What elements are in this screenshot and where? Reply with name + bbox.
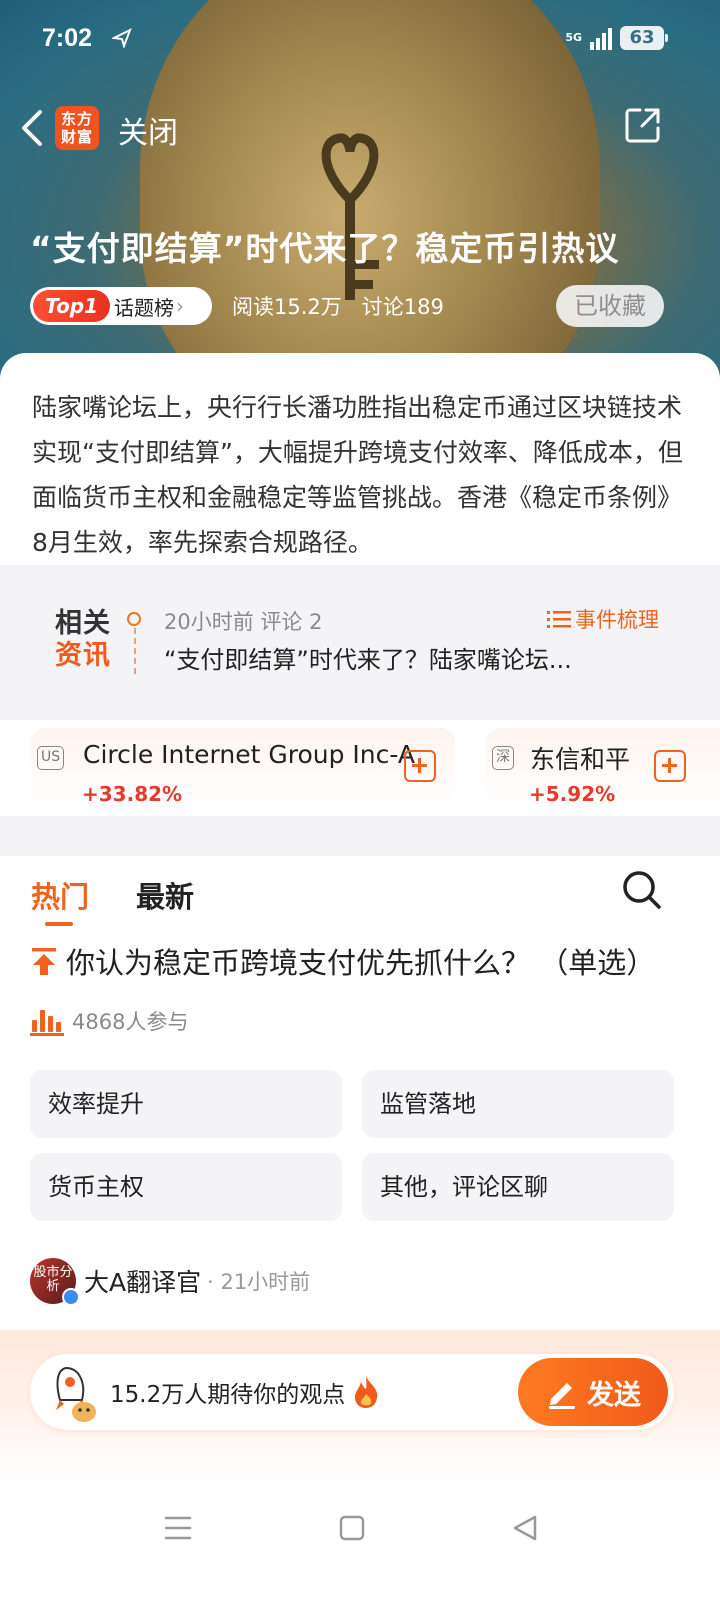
navigation-arrow-icon [112, 28, 132, 48]
battery-icon: 63 [620, 26, 668, 50]
chevron-right-icon: › [176, 294, 185, 318]
stock-name: 东信和平 [530, 745, 631, 774]
status-bar: 7:02 5G 63 [42, 24, 668, 58]
status-time: 7:02 [42, 24, 93, 52]
add-watchlist-icon[interactable] [404, 750, 436, 782]
list-icon [547, 611, 571, 628]
back-nav-icon[interactable] [506, 1508, 546, 1548]
bar-chart-icon [30, 1010, 64, 1036]
stock-name: Circle Internet Group Inc-A [83, 740, 415, 769]
hero-key-illustration [321, 133, 379, 300]
related-news-logo: 相关 资讯 [55, 608, 111, 671]
tab-hot[interactable]: 热门 [31, 874, 89, 916]
topic-stats: 阅读15.2万 讨论189 [232, 295, 444, 319]
comment-prompt[interactable]: 15.2万人期待你的观点 [110, 1374, 381, 1410]
app-logo: 东方 财富 [55, 106, 99, 150]
stock-card[interactable]: 深 东信和平 +5.92% [486, 728, 720, 806]
topic-title: “支付即结算”时代来了？稳定币引热议 [30, 229, 620, 268]
system-navigation-bar [0, 1482, 720, 1604]
market-tag: US [37, 746, 65, 770]
stock-change: +33.82% [82, 782, 183, 806]
pencil-icon [549, 1383, 575, 1409]
search-icon[interactable] [620, 868, 664, 912]
events-timeline-label: 事件梳理 [575, 608, 659, 632]
poll-option[interactable]: 货币主权 [30, 1153, 342, 1221]
comment-bar[interactable]: 15.2万人期待你的观点 发送 [30, 1354, 674, 1430]
topic-rank-pill[interactable]: Top1 话题榜 › [30, 287, 212, 325]
related-news-headline[interactable]: “支付即结算”时代来了？陆家嘴论坛... [164, 640, 654, 675]
discussion-section: 热门 最新 你认为稳定币跨境支付优先抓什么？ （单选） 4868人参与 效率提升… [0, 856, 720, 1365]
send-button[interactable]: 发送 [518, 1358, 668, 1426]
rank-badge: Top1 [33, 290, 111, 322]
poll-option[interactable]: 其他，评论区聊 [362, 1153, 674, 1221]
home-icon[interactable] [332, 1508, 372, 1548]
related-news-meta: 20小时前 评论 2 [164, 610, 323, 634]
topic-hero: 7:02 5G 63 东方 财富 关闭 “支付即结算”时代来了？稳定币引热议 To… [0, 0, 720, 400]
topic-meta: Top1 话题榜 › 阅读15.2万 讨论189 已收藏 [30, 285, 690, 327]
back-icon[interactable] [16, 108, 50, 148]
avatar[interactable]: 股市分析 [30, 1258, 80, 1306]
summary-text: 陆家嘴论坛上，央行行长潘功胜指出稳定币通过区块链技术实现“支付即结算”，大幅提升… [32, 393, 683, 557]
related-news-card[interactable]: 相关 资讯 20小时前 评论 2 事件梳理 “支付即结算”时代来了？陆家嘴论坛.… [23, 584, 681, 698]
mascot-icon [56, 1366, 96, 1422]
timeline-line [134, 628, 136, 674]
poll-participants: 4868人参与 [30, 1006, 188, 1036]
post-author[interactable]: 股市分析 大A翻译官 · 21小时前 [30, 1256, 310, 1306]
timeline-dot-icon [127, 612, 141, 626]
network-type: 5G [565, 31, 582, 44]
author-name[interactable]: 大A翻译官 [84, 1263, 201, 1299]
rank-label: 话题榜 [114, 295, 175, 320]
tab-latest[interactable]: 最新 [136, 874, 194, 916]
menu-icon[interactable] [158, 1508, 198, 1548]
active-tab-indicator [45, 922, 73, 926]
close-button[interactable]: 关闭 [118, 108, 178, 152]
related-stocks: US Circle Internet Group Inc-A +33.82% 深… [0, 720, 720, 816]
events-timeline-link[interactable]: 事件梳理 [547, 604, 659, 634]
market-tag: 深 [492, 746, 514, 770]
stock-card[interactable]: US Circle Internet Group Inc-A +33.82% [31, 728, 455, 806]
topic-summary: 陆家嘴论坛上，央行行长潘功胜指出稳定币通过区块链技术实现“支付即结算”，大幅提升… [0, 353, 720, 565]
pin-top-icon [32, 948, 56, 975]
poll-option[interactable]: 监管落地 [362, 1070, 674, 1138]
top-navigation: 东方 财富 关闭 [0, 100, 720, 156]
verified-icon [62, 1288, 80, 1306]
post-time: · 21小时前 [207, 1270, 311, 1294]
collect-button[interactable]: 已收藏 [556, 285, 664, 327]
signal-icon [590, 26, 612, 50]
share-icon[interactable] [624, 106, 662, 144]
fire-icon [355, 1376, 378, 1408]
stock-change: +5.92% [529, 782, 616, 806]
add-watchlist-icon[interactable] [654, 750, 686, 782]
poll-question: 你认为稳定币跨境支付优先抓什么？ （单选） [30, 940, 700, 982]
poll-option[interactable]: 效率提升 [30, 1070, 342, 1138]
